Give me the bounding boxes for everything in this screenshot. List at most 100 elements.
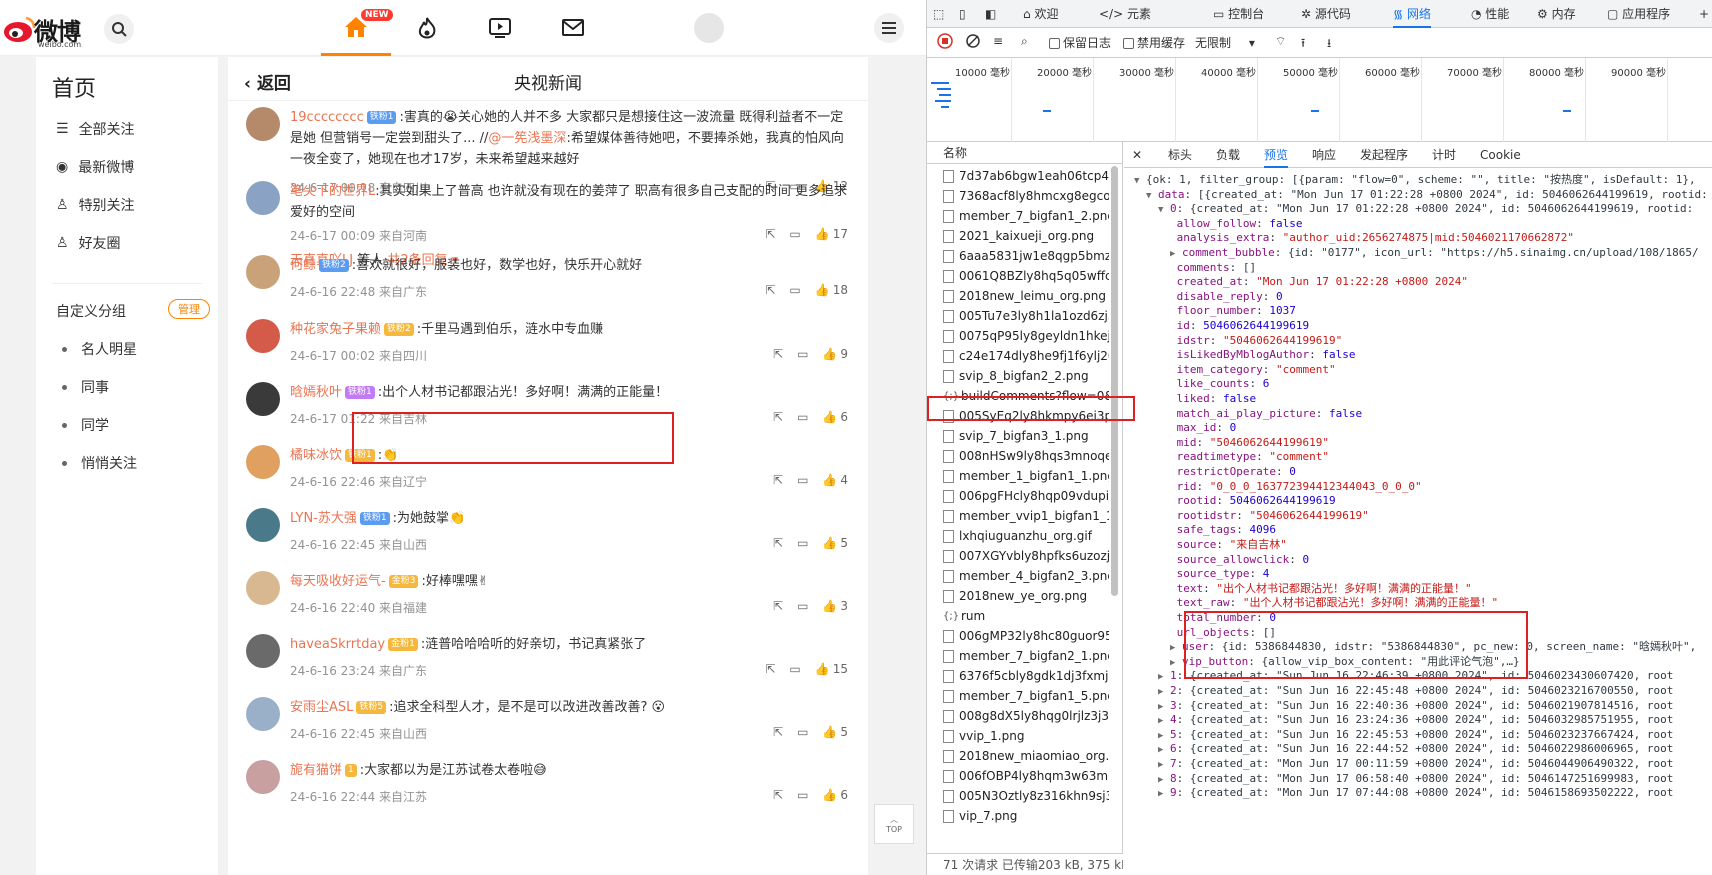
- json-line[interactable]: ▶ 1: {created_at: "Sun Jun 16 22:46:39 +…: [1158, 668, 1673, 684]
- comment-author[interactable]: 每天吸收好运气-: [290, 574, 386, 589]
- comment-icon[interactable]: ▭: [797, 788, 808, 802]
- avatar[interactable]: [246, 255, 280, 289]
- avatar[interactable]: [246, 508, 280, 542]
- tab-memory[interactable]: ⚙ 内存: [1537, 0, 1576, 28]
- request-row[interactable]: 7d37ab6bgw1eah06tcp4lj2...: [943, 166, 1109, 187]
- avatar[interactable]: [246, 382, 280, 416]
- json-line[interactable]: ▼ data: [{created_at: "Mon Jun 17 01:22:…: [1146, 187, 1708, 203]
- sidebar-toggle-icon[interactable]: ◧: [985, 0, 996, 28]
- request-row[interactable]: 7368acf8ly8hmcxg8egcoj20...: [943, 186, 1109, 207]
- comment-author[interactable]: 旎有猫饼: [290, 763, 342, 778]
- request-row[interactable]: member_7_bigfan1_5.png: [943, 686, 1109, 707]
- like-button[interactable]: 👍 6: [822, 410, 848, 424]
- like-button[interactable]: 👍 5: [822, 725, 848, 739]
- share-icon[interactable]: ⇱: [773, 788, 783, 802]
- share-icon[interactable]: ⇱: [773, 347, 783, 361]
- avatar[interactable]: [246, 445, 280, 479]
- throttle-select[interactable]: 无限制 ▾: [1195, 34, 1255, 51]
- avatar[interactable]: [246, 319, 280, 353]
- share-icon[interactable]: ⇱: [773, 599, 783, 613]
- inspect-icon[interactable]: ⬚: [933, 0, 944, 28]
- nav-home[interactable]: NEW: [321, 0, 393, 56]
- share-icon[interactable]: ⇱: [765, 227, 775, 241]
- tab-response[interactable]: 响应: [1312, 142, 1336, 168]
- request-row[interactable]: 2018new_ye_org.png: [943, 586, 1109, 607]
- comment-icon[interactable]: ▭: [797, 473, 808, 487]
- request-row[interactable]: member_7_bigfan2_1.png: [943, 646, 1109, 667]
- request-row[interactable]: svip_8_bigfan2_2.png: [943, 366, 1109, 387]
- avatar[interactable]: [246, 697, 280, 731]
- request-row[interactable]: 006fOBP4ly8hqm3w63m0bj...: [943, 766, 1109, 787]
- sidebar-item-friends[interactable]: ♙ 好友圈: [56, 233, 121, 253]
- comment-icon[interactable]: ▭: [789, 662, 800, 676]
- group-item[interactable]: 名人明星: [62, 339, 137, 359]
- wifi-icon[interactable]: ⌔: [1275, 34, 1286, 49]
- request-row[interactable]: member_vvip1_bigfan1_1.p...: [943, 506, 1109, 527]
- request-row[interactable]: 0061Q8BZly8hq5q05wffcj3...: [943, 266, 1109, 287]
- search-icon[interactable]: ⌕: [1021, 34, 1028, 49]
- json-preview[interactable]: ▼ {ok: 1, filter_group: [{param: "flow=0…: [1124, 170, 1712, 875]
- json-line[interactable]: ▶ 3: {created_at: "Sun Jun 16 22:40:36 +…: [1158, 698, 1673, 714]
- tab-initiator[interactable]: 发起程序: [1360, 142, 1408, 168]
- like-button[interactable]: 👍 4: [822, 473, 848, 487]
- comment-author[interactable]: 晗嫣秋叶: [290, 385, 342, 400]
- more-tabs-icon[interactable]: +: [1699, 0, 1709, 28]
- request-row[interactable]: {;} rum: [943, 606, 1109, 627]
- request-row[interactable]: vip_7.png: [943, 806, 1109, 827]
- nav-hot[interactable]: [392, 0, 462, 56]
- request-row[interactable]: c24e174dly8he9fj1f6ylj20ty...: [943, 346, 1109, 367]
- request-row[interactable]: member_7_bigfan1_2.png: [943, 206, 1109, 227]
- share-icon[interactable]: ⇱: [765, 283, 775, 297]
- upload-icon[interactable]: ⭱: [1301, 34, 1305, 55]
- comment-author[interactable]: 19cccccccc: [290, 110, 364, 125]
- tab-console[interactable]: ▭ 控制台: [1213, 0, 1264, 28]
- name-column-header[interactable]: 名称: [927, 142, 1123, 164]
- tab-network[interactable]: ᯾ 网络: [1393, 0, 1432, 28]
- mention-link[interactable]: @一筅浅墨深: [488, 131, 566, 146]
- json-line[interactable]: ▼ 0: {created_at: "Mon Jun 17 01:22:28 +…: [1158, 201, 1693, 217]
- comment-author[interactable]: LYN-苏大强: [290, 511, 357, 526]
- request-row[interactable]: member_1_bigfan1_1.png: [943, 466, 1109, 487]
- like-button[interactable]: 👍 5: [822, 536, 848, 550]
- group-item[interactable]: 悄悄关注: [62, 453, 137, 473]
- sidebar-item-latest[interactable]: ◉ 最新微博: [56, 157, 134, 177]
- avatar[interactable]: [246, 107, 280, 141]
- nav-video[interactable]: [465, 0, 535, 56]
- request-row[interactable]: 008nHSw9ly8hqs3mnoqebj...: [943, 446, 1109, 467]
- group-item[interactable]: 同学: [62, 415, 109, 435]
- tab-elements[interactable]: </> 元素: [1099, 0, 1151, 28]
- download-icon[interactable]: ⭳: [1327, 34, 1331, 55]
- sidebar-home-title[interactable]: 首页: [52, 71, 96, 103]
- json-line[interactable]: ▶ comment_bubble: {id: "0177", icon_url:…: [1170, 245, 1699, 261]
- json-line[interactable]: ▶ 6: {created_at: "Sun Jun 16 22:44:52 +…: [1158, 741, 1673, 757]
- request-row[interactable]: member_4_bigfan2_3.png: [943, 566, 1109, 587]
- close-icon[interactable]: ✕: [1132, 142, 1142, 168]
- request-row[interactable]: 005N3Oztly8z316khn9sj30...: [943, 786, 1109, 807]
- disable-cache-checkbox[interactable]: 禁用缓存: [1123, 34, 1185, 51]
- nav-messages[interactable]: [538, 0, 608, 56]
- tab-preview[interactable]: 预览: [1264, 142, 1289, 168]
- request-row[interactable]: 008g8dX5ly8hqg0lrjlz3j30e...: [943, 706, 1109, 727]
- tab-application[interactable]: ▢ 应用程序: [1607, 0, 1670, 28]
- comment-icon[interactable]: ▭: [797, 347, 808, 361]
- group-item[interactable]: 同事: [62, 377, 109, 397]
- sidebar-item-special[interactable]: ♙ 特别关注: [56, 195, 135, 215]
- avatar[interactable]: [246, 571, 280, 605]
- comment-icon[interactable]: ▭: [797, 410, 808, 424]
- share-icon[interactable]: ⇱: [773, 725, 783, 739]
- tab-headers[interactable]: 标头: [1168, 142, 1192, 168]
- comment-icon[interactable]: ▭: [797, 536, 808, 550]
- avatar[interactable]: [246, 181, 280, 215]
- preserve-log-checkbox[interactable]: 保留日志: [1049, 34, 1111, 51]
- request-row[interactable]: 2018new_miaomiao_org.png: [943, 746, 1109, 767]
- request-row[interactable]: 6376f5cbly8gdk1dj3fxmj20...: [943, 666, 1109, 687]
- share-icon[interactable]: ⇱: [765, 662, 775, 676]
- request-row[interactable]: 005SyEq2ly8hkmpy6ei3pj30...: [943, 406, 1109, 427]
- comment-icon[interactable]: ▭: [797, 599, 808, 613]
- tab-performance[interactable]: ◔ 性能: [1471, 0, 1509, 28]
- request-row[interactable]: 006gMP32ly8hc80guor95j3...: [943, 626, 1109, 647]
- request-row[interactable]: vvip_1.png: [943, 726, 1109, 747]
- scrollbar[interactable]: [1111, 166, 1118, 596]
- tab-cookie[interactable]: Cookie: [1480, 142, 1521, 168]
- tab-payload[interactable]: 负载: [1216, 142, 1240, 168]
